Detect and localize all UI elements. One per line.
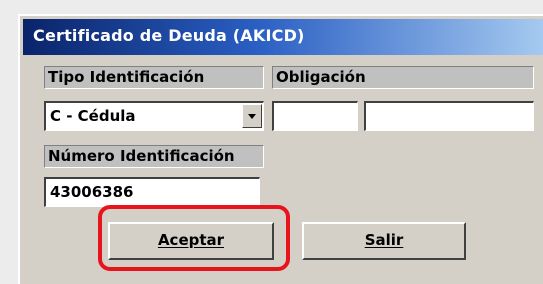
title-bar[interactable]: Certificado de Deuda (AKICD): [23, 19, 543, 55]
chevron-down-icon: [248, 114, 256, 119]
window-title: Certificado de Deuda (AKICD): [33, 26, 305, 45]
numero-identificacion-input[interactable]: 43006386: [44, 177, 260, 207]
dropdown-button[interactable]: [242, 104, 262, 128]
numero-identificacion-label: Número Identificación: [44, 145, 264, 168]
aceptar-button[interactable]: Aceptar: [108, 222, 274, 260]
screen: Certificado de Deuda (AKICD) Tipo Identi…: [0, 0, 543, 284]
salir-button[interactable]: Salir: [302, 222, 466, 260]
tipo-identificacion-select[interactable]: C - Cédula: [44, 101, 264, 131]
obligacion-label: Obligación: [272, 66, 534, 89]
tipo-identificacion-value: C - Cédula: [50, 107, 136, 125]
obligacion-field-1[interactable]: [272, 101, 358, 131]
obligacion-field-2[interactable]: [364, 101, 534, 131]
tipo-identificacion-label: Tipo Identificación: [44, 66, 264, 89]
